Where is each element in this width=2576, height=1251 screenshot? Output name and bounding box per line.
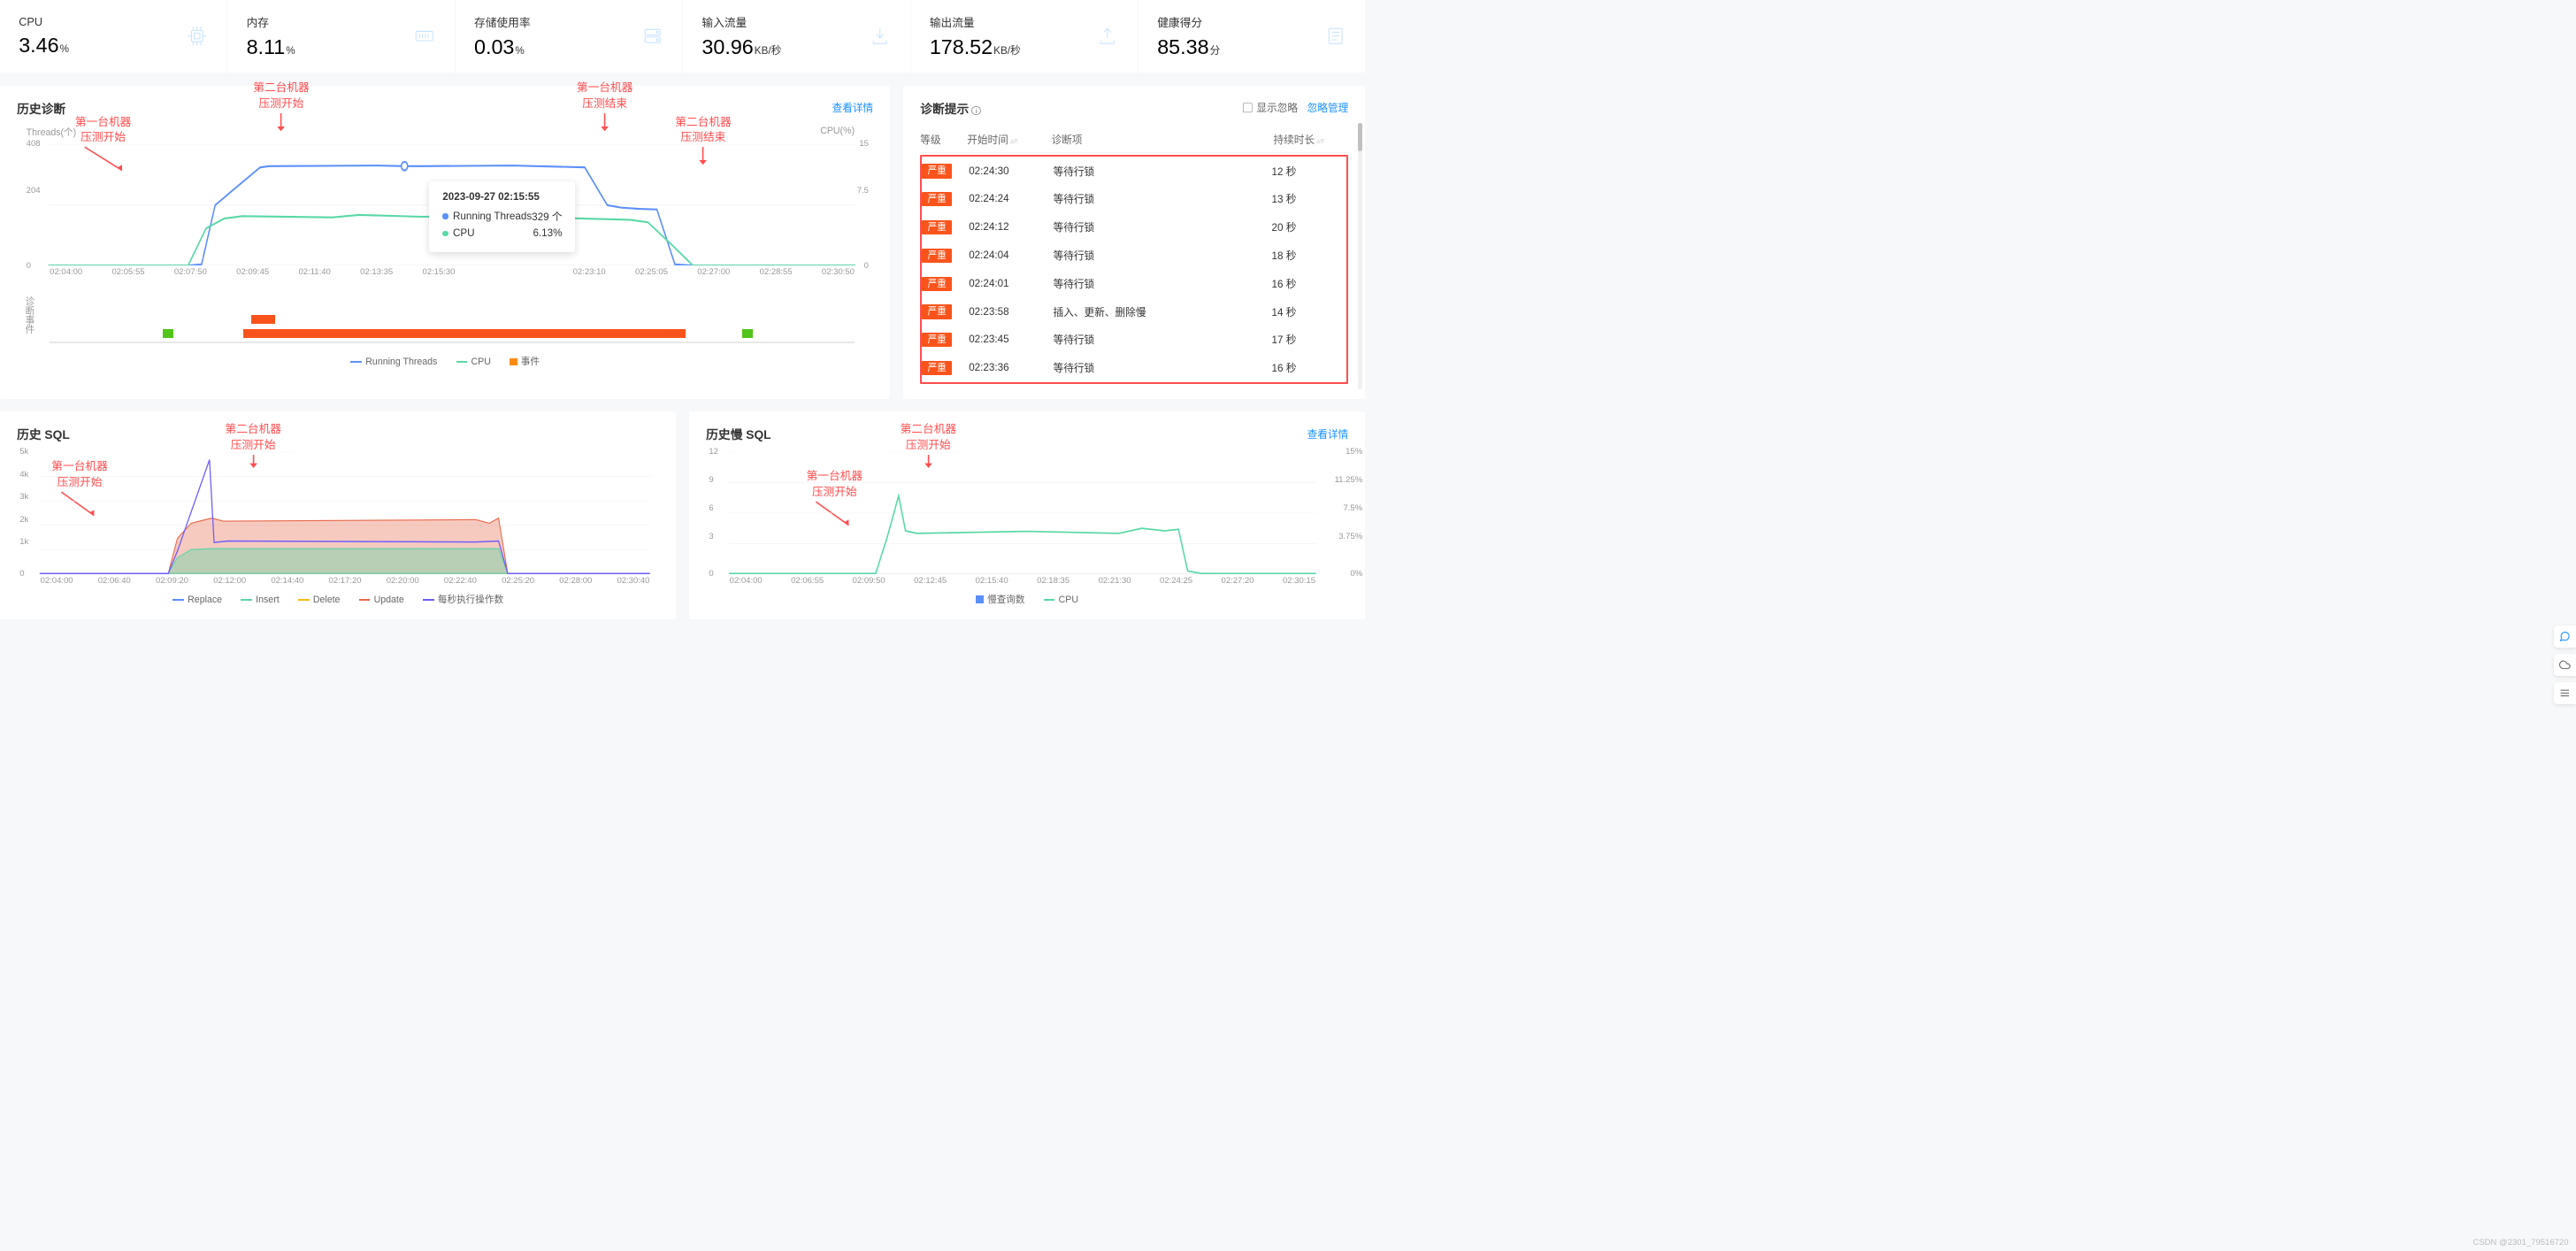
metric-card-inbound: 输入流量 30.96KB/秒 [683, 0, 909, 73]
view-details-link[interactable]: 查看详情 [1307, 426, 1349, 441]
panel-title: 历史慢 SQL [706, 425, 770, 442]
event-marker-orange [251, 315, 275, 325]
metric-card-storage: 存储使用率 0.03% [456, 0, 682, 73]
info-icon[interactable]: i [971, 106, 981, 116]
table-row[interactable]: 严重02:23:58插入、更新、删除慢14 秒 [922, 297, 1346, 326]
legend-item[interactable]: Replace [172, 593, 222, 606]
metric-label: 存储使用率 [474, 13, 531, 30]
col-level[interactable]: 等级 [920, 132, 967, 147]
history-chart[interactable]: 408 204 0 15 7.5 0 2023-09-27 02:15:55 R… [17, 144, 873, 266]
history-diagnosis-panel: 历史诊断 查看详情 第一台机器 压测开始 第二台机器 压测开始 第一台机器 压测… [0, 86, 890, 399]
table-row[interactable]: 严重02:24:24等待行锁13 秒 [922, 185, 1346, 213]
legend-item[interactable]: Delete [298, 593, 341, 606]
legend-item[interactable]: Running Threads [350, 355, 437, 368]
metric-value: 3.46 [19, 34, 58, 58]
event-marker-green [742, 329, 754, 339]
metric-label: 内存 [247, 13, 295, 30]
panel-title: 历史诊断 [17, 99, 65, 117]
metric-value: 178.52 [930, 35, 993, 59]
metric-label: CPU [19, 15, 69, 28]
storage-icon [641, 25, 663, 47]
panel-title: 诊断提示i [920, 99, 981, 117]
chart-legend: Running Threads CPU 事件 [17, 355, 873, 368]
event-bar-area: 诊断事件 [17, 282, 873, 348]
view-details-link[interactable]: 查看详情 [832, 100, 874, 115]
event-bar-label: 诊断事件 [23, 296, 36, 334]
cpu-icon [186, 25, 208, 47]
metric-label: 输入流量 [702, 13, 781, 30]
y-left-label: Threads(个) [27, 126, 77, 139]
metric-card-outbound: 输出流量 178.52KB/秒 [911, 0, 1138, 73]
upload-icon [1096, 25, 1118, 47]
legend-item[interactable]: 事件 [510, 355, 540, 368]
side-buttons [2554, 626, 2576, 704]
metric-unit: % [515, 45, 524, 57]
metric-value: 85.38 [1157, 35, 1208, 59]
slow-sql-chart[interactable]: 12 9 6 3 0 15% 11.25% 7.5% 3.75% 0% [706, 452, 1348, 574]
event-marker-orange [243, 329, 686, 339]
metric-unit: KB/秒 [755, 42, 781, 58]
table-row[interactable]: 严重02:24:30等待行锁12 秒 [922, 157, 1346, 185]
legend-item[interactable]: CPU [456, 355, 491, 368]
metric-value: 30.96 [702, 35, 753, 59]
watermark: CSDN @2301_79516720 [2472, 1238, 2568, 1247]
legend-item[interactable]: 每秒执行操作数 [423, 593, 503, 606]
col-item[interactable]: 诊断项 [1052, 132, 1274, 147]
sql-history-panel: 历史 SQL 第一台机器压测开始 第二台机器压测开始 [0, 411, 676, 619]
metric-unit: % [60, 43, 69, 55]
metric-card-health: 健康得分 85.38分 [1138, 0, 1365, 73]
slow-sql-panel: 历史慢 SQL 查看详情 第一台机器压测开始 第二台机器压测开始 12 9 [689, 411, 1365, 619]
event-marker-green [163, 329, 174, 339]
level-badge: 严重 [922, 164, 952, 178]
report-icon [1324, 25, 1346, 47]
col-start-time[interactable]: 开始时间▵▿ [967, 132, 1051, 147]
legend-item[interactable]: CPU [1044, 593, 1078, 606]
metrics-row: CPU 3.46 % 内存 8.11% 存储使用率 0.03% 输入流量 30.… [0, 0, 1365, 73]
metric-card-cpu: CPU 3.46 % [0, 0, 226, 73]
sql-chart[interactable]: 5k 4k 3k 2k 1k 0 [17, 452, 659, 574]
show-ignored-checkbox[interactable]: 显示忽略 [1243, 100, 1299, 115]
scrollbar-thumb[interactable] [1358, 123, 1362, 151]
diagnosis-panel: 诊断提示i 显示忽略 忽略管理 等级 开始时间▵▿ 诊断项 持续时长▵▿ 严重0… [903, 86, 1365, 399]
manage-ignores-link[interactable]: 忽略管理 [1307, 100, 1349, 115]
col-duration[interactable]: 持续时长▵▿ [1273, 132, 1348, 147]
menu-button[interactable] [2554, 682, 2576, 704]
metric-unit: KB/秒 [993, 42, 1020, 58]
table-row[interactable]: 严重02:23:45等待行锁17 秒 [922, 326, 1346, 354]
table-row[interactable]: 严重02:23:36等待行锁16 秒 [922, 354, 1346, 382]
chart-tooltip: 2023-09-27 02:15:55 Running Threads 329 … [429, 181, 575, 252]
table-row[interactable]: 严重02:24:01等待行锁16 秒 [922, 269, 1346, 297]
metric-value: 0.03 [474, 35, 514, 59]
y-right-label: CPU(%) [820, 126, 855, 139]
metric-value: 8.11 [247, 35, 286, 59]
table-row[interactable]: 严重02:24:04等待行锁18 秒 [922, 242, 1346, 270]
tooltip-time: 2023-09-27 02:15:55 [442, 191, 562, 203]
cloud-button[interactable] [2554, 654, 2576, 676]
download-icon [869, 25, 891, 47]
metric-label: 输出流量 [930, 13, 1021, 30]
metric-unit: % [286, 45, 295, 57]
table-header: 等级 开始时间▵▿ 诊断项 持续时长▵▿ [920, 126, 1348, 153]
metric-label: 健康得分 [1157, 13, 1220, 30]
table-row[interactable]: 严重02:24:12等待行锁20 秒 [922, 213, 1346, 242]
chat-button[interactable] [2554, 626, 2576, 648]
scrollbar[interactable] [1358, 123, 1362, 389]
x-axis-ticks: 02:04:0002:05:5502:07:5002:09:4502:11:40… [17, 265, 873, 277]
legend-item[interactable]: 慢查询数 [976, 593, 1024, 606]
legend-item[interactable]: Insert [241, 593, 279, 606]
metric-unit: 分 [1210, 42, 1221, 58]
metric-card-memory: 内存 8.11% [227, 0, 454, 73]
memory-icon [413, 25, 435, 47]
panel-title: 历史 SQL [17, 425, 70, 442]
legend-item[interactable]: Update [359, 593, 404, 606]
highlighted-rows-box: 严重02:24:30等待行锁12 秒 严重02:24:24等待行锁13 秒 严重… [920, 155, 1348, 384]
